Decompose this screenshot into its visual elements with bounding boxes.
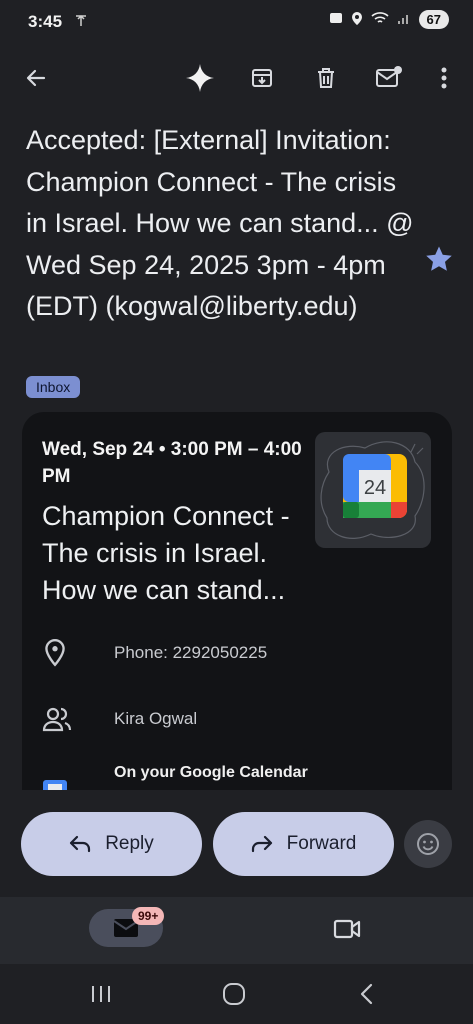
recent-apps-icon	[92, 986, 110, 1002]
photo-icon	[329, 11, 343, 28]
star-icon	[426, 246, 452, 271]
recent-apps-button[interactable]	[83, 976, 119, 1012]
people-icon	[42, 707, 72, 732]
more-vert-icon	[441, 67, 447, 89]
forward-label: Forward	[286, 833, 357, 854]
wifi-icon	[370, 11, 389, 28]
gemini-button[interactable]	[182, 60, 218, 96]
calendar-thumbnail: 24	[315, 432, 431, 548]
event-title: Champion Connect - The crisis in Israel.…	[42, 501, 290, 605]
reply-label: Reply	[105, 833, 154, 854]
mail-unread-icon	[376, 66, 402, 87]
more-options-button[interactable]	[426, 60, 462, 96]
archive-icon	[252, 69, 272, 87]
attendees-row[interactable]: Kira Ogwal	[42, 706, 197, 732]
back-button[interactable]	[18, 60, 54, 96]
reply-button[interactable]: Reply	[21, 812, 202, 876]
status-icons: 67	[329, 10, 449, 29]
forward-button[interactable]: Forward	[213, 812, 394, 876]
forward-icon	[251, 835, 272, 853]
event-time: Wed, Sep 24 • 3:00 PM – 4:00 PM	[42, 439, 302, 487]
google-calendar-icon: 24	[320, 441, 425, 539]
calendar-small-icon	[43, 780, 67, 790]
meet-tab[interactable]	[329, 911, 365, 947]
calendar-note: On your Google Calendar	[114, 764, 308, 781]
calendar-day-number: 24	[364, 477, 386, 499]
location-text: Phone: 2292050225	[114, 643, 268, 662]
event-card[interactable]: Wed, Sep 24 • 3:00 PM – 4:00 PM Champion…	[22, 412, 452, 790]
location-pin-icon	[45, 638, 65, 667]
signal-icon	[397, 11, 411, 28]
reply-icon	[70, 835, 91, 853]
system-back-button[interactable]	[349, 976, 385, 1012]
video-camera-icon	[333, 919, 361, 939]
smiley-icon	[417, 833, 439, 855]
home-button[interactable]	[216, 976, 252, 1012]
delete-button[interactable]	[308, 60, 344, 96]
system-back-icon	[360, 983, 373, 1005]
archive-button[interactable]	[244, 60, 280, 96]
home-icon	[223, 983, 245, 1005]
trash-icon	[318, 68, 334, 88]
calendar-row[interactable]: On your Google Calendar	[42, 764, 308, 790]
attendee-name: Kira Ogwal	[114, 709, 198, 728]
mark-unread-button[interactable]	[371, 60, 407, 96]
app-bar	[0, 44, 473, 114]
status-time: 3:45	[28, 12, 63, 31]
unread-count-badge: 99+	[132, 907, 165, 925]
back-arrow-icon	[26, 69, 46, 87]
battery-indicator: 67	[418, 10, 449, 29]
star-button[interactable]	[424, 244, 458, 278]
location-row[interactable]: Phone: 2292050225	[42, 638, 267, 668]
inbox-label-chip[interactable]: Inbox	[26, 376, 81, 398]
carrier-icon	[74, 14, 88, 31]
email-subject: Accepted: [External] Invitation: Champio…	[26, 125, 414, 321]
system-navigation-bar	[0, 964, 473, 1024]
location-icon	[351, 11, 363, 29]
sparkle-icon	[186, 64, 214, 92]
bottom-navigation	[0, 897, 473, 964]
emoji-reaction-button[interactable]	[404, 820, 452, 868]
status-bar: 3:45 67	[0, 0, 473, 44]
